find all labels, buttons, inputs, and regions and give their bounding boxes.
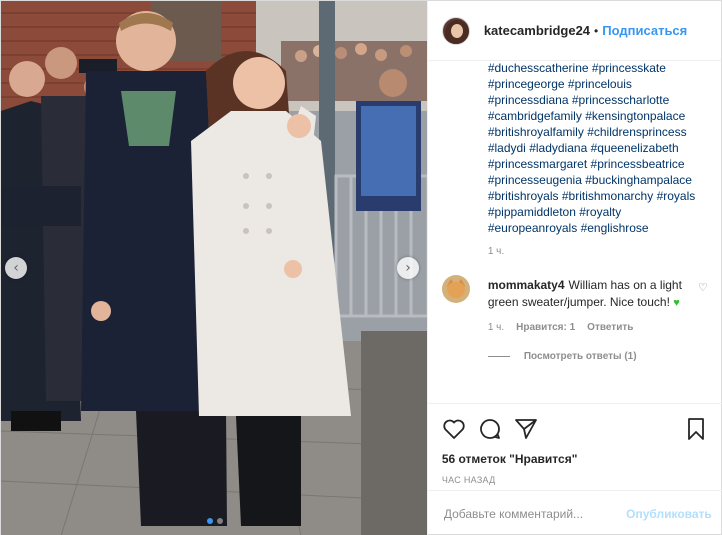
carousel-dot xyxy=(206,518,213,524)
hashtag-link[interactable]: #buckinghampalace xyxy=(585,173,692,187)
likes-count[interactable]: 56 отметок "Нравится" xyxy=(442,452,708,466)
hashtag-link[interactable]: #britishroyalfamily xyxy=(488,125,584,139)
hashtag-link[interactable]: #englishrose xyxy=(581,221,649,235)
author-avatar[interactable] xyxy=(441,16,470,45)
comment-item: mommakaty4 William has on a light green s… xyxy=(441,275,708,362)
hashtag-link[interactable]: #princessbeatrice xyxy=(591,157,685,171)
hashtag-link[interactable]: #ladydi xyxy=(488,141,526,155)
carousel-indicator xyxy=(1,518,427,524)
post-side-panel: katecambridge24 • Подписаться #duchessca… xyxy=(426,1,722,535)
view-replies-label: Посмотреть ответы (1) xyxy=(523,351,637,362)
heart-icon[interactable] xyxy=(442,417,466,441)
photo-scene xyxy=(1,1,427,535)
hashtag-link[interactable]: #kensingtonpalace xyxy=(585,109,685,123)
chevron-left-icon: ‹ xyxy=(13,260,19,276)
bookmark-icon[interactable] xyxy=(684,417,708,441)
hashtag-link[interactable]: #princessdiana xyxy=(488,93,569,107)
carousel-dot xyxy=(216,518,223,524)
hashtag-link[interactable]: #princessmargaret xyxy=(488,157,587,171)
hashtag-link[interactable]: #britishmonarchy xyxy=(562,189,653,203)
hashtag-link[interactable]: #princesskate xyxy=(592,61,666,75)
follow-button[interactable]: Подписаться xyxy=(602,23,687,38)
commenter-username[interactable]: mommakaty4 xyxy=(488,278,565,292)
comment-like-icon[interactable]: ♡ xyxy=(698,281,708,294)
action-icons xyxy=(442,412,708,446)
comment-icon[interactable] xyxy=(478,417,502,441)
reply-button[interactable]: Ответить xyxy=(587,322,633,333)
share-icon[interactable] xyxy=(514,417,538,441)
hashtag-link[interactable]: #europeanroyals xyxy=(488,221,577,235)
add-comment-bar: Опубликовать xyxy=(427,490,722,535)
caption-time: 1 ч. xyxy=(487,246,505,257)
comment-meta: 1 ч. Нравится: 1 Ответить xyxy=(488,322,706,333)
post-timestamp: ЧАС НАЗАД xyxy=(441,475,496,485)
hashtag-link[interactable]: #queenelizabeth xyxy=(591,141,679,155)
header-separator: • xyxy=(594,23,599,38)
hashtag-link[interactable]: #royals xyxy=(657,189,696,203)
replies-divider xyxy=(487,356,510,357)
carousel-next-button[interactable]: › xyxy=(397,257,419,279)
green-heart-emoji: ♥ xyxy=(673,297,680,309)
comment-input[interactable] xyxy=(443,506,627,521)
hashtag-link[interactable]: #childrensprincess xyxy=(587,125,686,139)
post-photo[interactable]: ‹ › xyxy=(1,1,427,535)
post-actions: 56 отметок "Нравится" ЧАС НАЗАД xyxy=(427,403,722,485)
comment-time: 1 ч. xyxy=(487,322,505,333)
hashtag-link[interactable]: #princesscharlotte xyxy=(572,93,669,107)
publish-button[interactable]: Опубликовать xyxy=(626,507,712,521)
comments-section[interactable]: #duchesscatherine #princesskate #princeg… xyxy=(428,61,722,403)
hashtag-link[interactable]: #duchesscatherine xyxy=(488,61,589,75)
hashtag-link[interactable]: #cambridgefamily xyxy=(488,109,582,123)
author-username[interactable]: katecambridge24 xyxy=(484,23,590,38)
comment-likes-count[interactable]: Нравится: 1 xyxy=(516,322,575,333)
hashtag-link[interactable]: #princegeorge xyxy=(488,77,565,91)
hashtag-link[interactable]: #britishroyals xyxy=(488,189,559,203)
commenter-avatar[interactable] xyxy=(441,275,470,303)
comment-text-block: mommakaty4 William has on a light green s… xyxy=(488,277,688,312)
carousel-prev-button[interactable]: ‹ xyxy=(5,257,27,279)
view-replies-button[interactable]: Посмотреть ответы (1) xyxy=(487,351,706,362)
hashtag-link[interactable]: #ladydiana xyxy=(529,141,587,155)
caption-hashtags: #duchesscatherine #princesskate #princeg… xyxy=(488,61,706,236)
hashtag-link[interactable]: #pippamiddleton xyxy=(488,205,576,219)
post-header: katecambridge24 • Подписаться xyxy=(427,1,721,61)
chevron-right-icon: › xyxy=(405,260,411,276)
hashtag-link[interactable]: #princesseugenia xyxy=(488,173,582,187)
hashtag-link[interactable]: #princelouis xyxy=(568,77,632,91)
instagram-post: ‹ › katecambridge24 • Подписаться #duche… xyxy=(0,0,722,535)
hashtag-link[interactable]: #royalty xyxy=(579,205,621,219)
